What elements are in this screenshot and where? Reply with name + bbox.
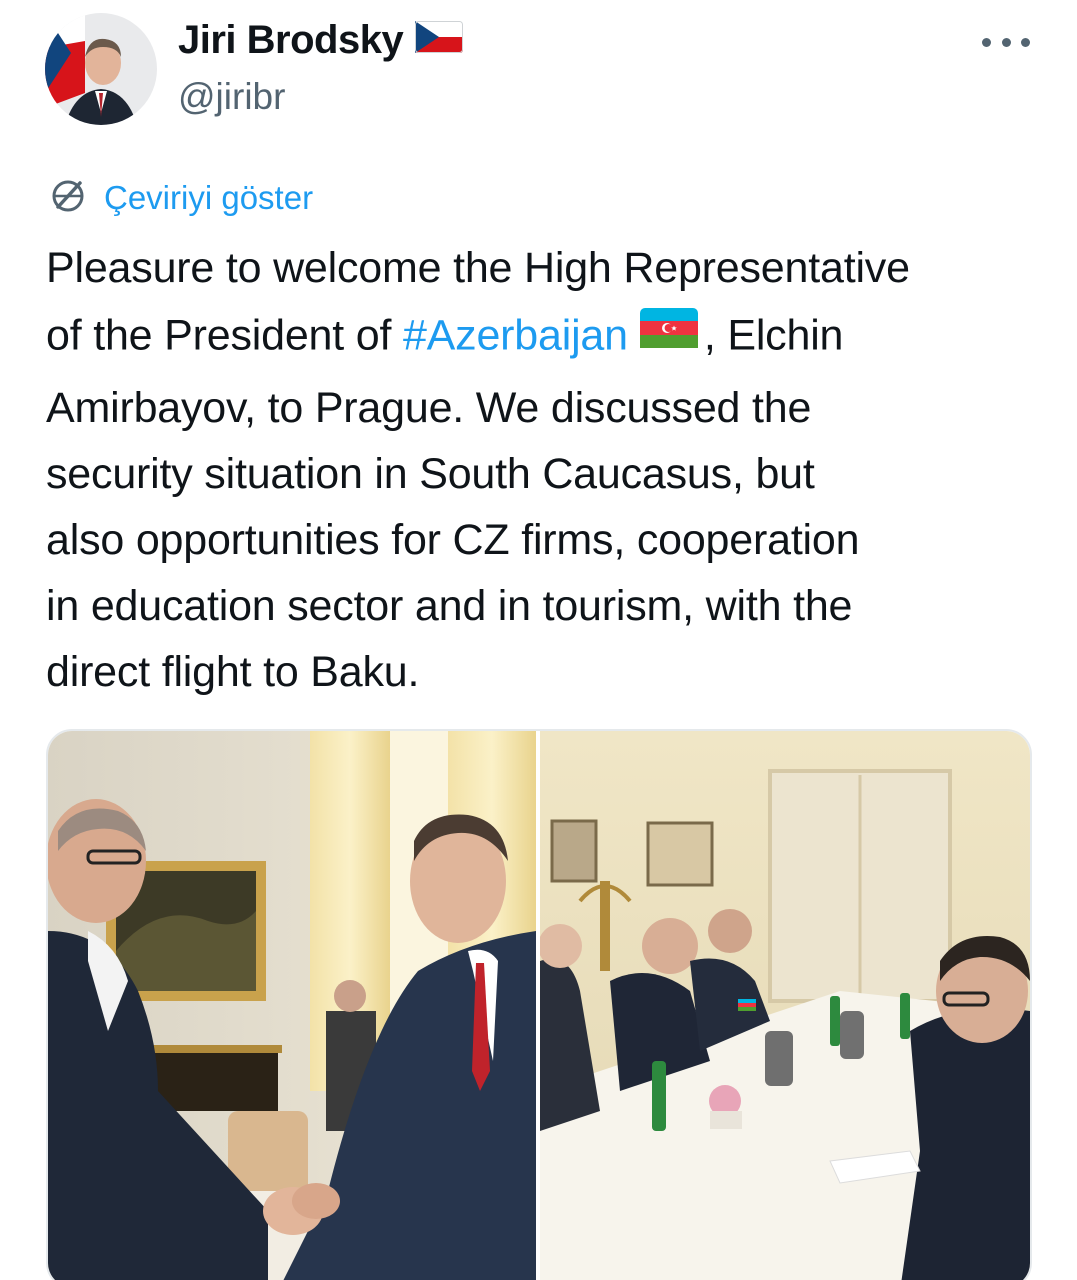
tweet-line: Amirbayov, to Prague. We discussed the (46, 384, 812, 432)
tweet-text-segment: of the President of (46, 311, 403, 360)
tweet-line: direct flight to Baku. (46, 648, 420, 696)
tweet-media-grid (46, 729, 1032, 1280)
meeting-table-photo[interactable] (540, 731, 1030, 1280)
author-name[interactable]: Jiri Brodsky (178, 18, 404, 63)
author-handle[interactable]: @jiribr (178, 76, 285, 118)
dot (1001, 37, 1011, 47)
show-translation-link[interactable]: Çeviriyi göster (46, 173, 313, 222)
tweet-line: Pleasure to welcome the High Representat… (46, 244, 910, 292)
czech-flag-icon (415, 18, 464, 63)
tweet-line: of the President of #Azerbaijan , Elchin (46, 301, 1046, 375)
translate-globe-icon (46, 173, 90, 222)
more-options-button[interactable] (982, 30, 1030, 54)
tweet-line: in education sector and in tourism, with… (46, 582, 853, 630)
azerbaijan-flag-icon (639, 301, 698, 367)
tweet-view: Jiri Brodsky @jiribr Çeviriyi göster Ple… (0, 0, 1077, 1280)
dot (982, 37, 991, 47)
tweet-line: security situation in South Caucasus, bu… (46, 450, 815, 498)
hashtag-link[interactable]: #Azerbaijan (403, 311, 628, 359)
handshake-photo[interactable] (48, 731, 536, 1280)
author-avatar[interactable] (45, 13, 157, 125)
dot (1021, 37, 1030, 47)
tweet-text: Pleasure to welcome the High Representat… (46, 235, 1046, 705)
show-translation-label[interactable]: Çeviriyi göster (104, 179, 313, 217)
tweet-line: also opportunities for CZ firms, coopera… (46, 516, 860, 564)
tweet-text-segment: , Elchin (703, 311, 844, 360)
author-name-row[interactable]: Jiri Brodsky (178, 18, 464, 63)
